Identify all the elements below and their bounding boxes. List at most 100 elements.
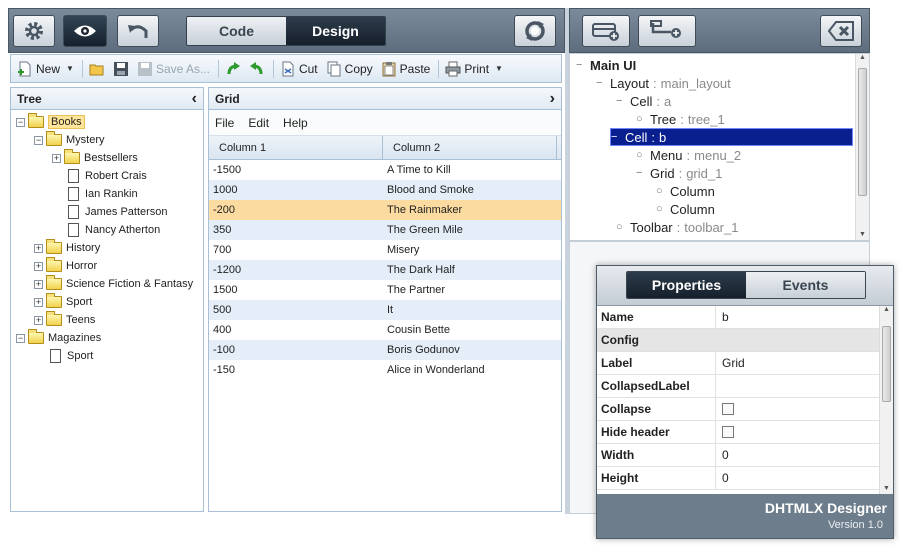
- table-row[interactable]: 1000 Blood and Smoke: [209, 180, 561, 200]
- undo-toolbar-button[interactable]: [225, 61, 241, 77]
- table-cell[interactable]: Blood and Smoke: [383, 180, 557, 200]
- tree-node-leaf[interactable]: Ian Rankin: [66, 185, 138, 203]
- delete-button[interactable]: [820, 15, 862, 47]
- redo-toolbar-button[interactable]: [249, 61, 265, 77]
- table-cell[interactable]: 400: [209, 320, 383, 340]
- property-checkbox-cell[interactable]: [716, 421, 893, 443]
- leaf-node-icon[interactable]: ○: [656, 185, 670, 197]
- structure-node[interactable]: ○ Toolbar: toolbar_1: [616, 218, 738, 236]
- structure-node[interactable]: − Cell: a: [616, 92, 671, 110]
- structure-node[interactable]: − Main UI: [576, 56, 636, 74]
- design-tab[interactable]: Design: [286, 17, 385, 45]
- table-row[interactable]: -1200 The Dark Half: [209, 260, 561, 280]
- refresh-button[interactable]: [514, 15, 556, 47]
- leaf-node-icon[interactable]: ○: [636, 113, 650, 125]
- table-cell[interactable]: 350: [209, 220, 383, 240]
- table-cell[interactable]: 500: [209, 300, 383, 320]
- menu-file[interactable]: File: [215, 116, 234, 130]
- collapse-toggle-icon[interactable]: −: [16, 117, 25, 127]
- table-row[interactable]: 400 Cousin Bette: [209, 320, 561, 340]
- scroll-down-icon[interactable]: ▼: [880, 485, 893, 492]
- property-row[interactable]: Name b: [597, 306, 893, 329]
- table-row[interactable]: 350 The Green Mile: [209, 220, 561, 240]
- table-cell[interactable]: A Time to Kill: [383, 160, 557, 180]
- chevron-down-icon[interactable]: ▼: [495, 64, 503, 73]
- paste-button[interactable]: Paste: [381, 61, 430, 77]
- collapse-node-icon[interactable]: −: [636, 167, 650, 179]
- property-row[interactable]: Hide header: [597, 421, 893, 444]
- table-row[interactable]: -1500 A Time to Kill: [209, 160, 561, 180]
- tree-node-leaf[interactable]: James Patterson: [66, 203, 168, 221]
- tree-node-scifi[interactable]: + Science Fiction & Fantasy: [34, 275, 193, 293]
- checkbox[interactable]: [722, 426, 734, 438]
- table-row[interactable]: 700 Misery: [209, 240, 561, 260]
- tree-node-books[interactable]: − Books: [16, 113, 85, 131]
- table-cell[interactable]: Alice in Wonderland: [383, 360, 557, 380]
- structure-node[interactable]: ○ Column: [656, 200, 715, 218]
- leaf-node-icon[interactable]: ○: [656, 203, 670, 215]
- scroll-up-icon[interactable]: ▲: [856, 54, 869, 61]
- table-cell[interactable]: 700: [209, 240, 383, 260]
- table-row[interactable]: 1500 The Partner: [209, 280, 561, 300]
- table-cell[interactable]: -1500: [209, 160, 383, 180]
- table-cell[interactable]: The Green Mile: [383, 220, 557, 240]
- table-cell[interactable]: Boris Godunov: [383, 340, 557, 360]
- property-checkbox-cell[interactable]: [716, 398, 893, 420]
- structure-scrollbar[interactable]: ▲ ▼: [855, 54, 869, 240]
- tab-properties[interactable]: Properties: [627, 272, 746, 298]
- tree-node-history[interactable]: + History: [34, 239, 100, 257]
- tree-node-sport[interactable]: + Sport: [34, 293, 92, 311]
- expand-right-icon[interactable]: ›: [550, 90, 555, 106]
- tree-node-teens[interactable]: + Teens: [34, 311, 95, 329]
- print-button[interactable]: Print ▼: [445, 61, 503, 77]
- scroll-thumb[interactable]: [858, 68, 867, 196]
- save-as-button[interactable]: Save As...: [137, 61, 210, 77]
- property-row[interactable]: Width 0: [597, 444, 893, 467]
- structure-node[interactable]: ○ Column: [656, 182, 715, 200]
- tree-node-bestsellers[interactable]: + Bestsellers: [52, 149, 138, 167]
- column-header-1[interactable]: Column 1: [209, 136, 383, 159]
- property-row[interactable]: CollapsedLabel: [597, 375, 893, 398]
- expand-toggle-icon[interactable]: +: [52, 153, 61, 163]
- collapse-node-icon[interactable]: −: [576, 59, 590, 71]
- menu-edit[interactable]: Edit: [248, 116, 269, 130]
- tree-node-leaf[interactable]: Nancy Atherton: [66, 221, 160, 239]
- table-row[interactable]: -100 Boris Godunov: [209, 340, 561, 360]
- property-value[interactable]: 0: [716, 444, 893, 466]
- copy-button[interactable]: Copy: [326, 61, 373, 77]
- property-value[interactable]: [716, 375, 893, 397]
- tree-node-magazines[interactable]: − Magazines: [16, 329, 101, 347]
- table-cell[interactable]: The Partner: [383, 280, 557, 300]
- tab-events[interactable]: Events: [746, 272, 865, 298]
- expand-toggle-icon[interactable]: +: [34, 297, 43, 307]
- checkbox[interactable]: [722, 403, 734, 415]
- chevron-down-icon[interactable]: ▼: [66, 64, 74, 73]
- save-button[interactable]: [113, 61, 129, 77]
- property-row[interactable]: Collapse: [597, 398, 893, 421]
- table-cell[interactable]: Cousin Bette: [383, 320, 557, 340]
- expand-toggle-icon[interactable]: +: [34, 243, 43, 253]
- property-value[interactable]: Grid: [716, 352, 893, 374]
- structure-node[interactable]: − Grid: grid_1: [636, 164, 722, 182]
- table-cell[interactable]: -200: [209, 200, 383, 220]
- tree-node-leaf[interactable]: Robert Crais: [66, 167, 147, 185]
- expand-toggle-icon[interactable]: +: [34, 315, 43, 325]
- open-button[interactable]: [89, 61, 105, 77]
- collapse-node-icon[interactable]: −: [596, 77, 610, 89]
- preview-button[interactable]: [63, 15, 107, 47]
- tree-node-leaf[interactable]: Sport: [48, 347, 93, 365]
- table-cell[interactable]: Misery: [383, 240, 557, 260]
- tree-node-horror[interactable]: + Horror: [34, 257, 97, 275]
- undo-button[interactable]: [117, 15, 159, 47]
- leaf-node-icon[interactable]: ○: [616, 221, 630, 233]
- properties-scrollbar[interactable]: ▲ ▼: [879, 306, 893, 494]
- table-cell[interactable]: The Dark Half: [383, 260, 557, 280]
- property-value[interactable]: b: [716, 306, 893, 328]
- scroll-up-icon[interactable]: ▲: [880, 306, 893, 313]
- structure-node[interactable]: − Cell: b: [610, 128, 853, 146]
- code-tab[interactable]: Code: [187, 17, 286, 45]
- collapse-left-icon[interactable]: ‹: [192, 90, 197, 106]
- collapse-toggle-icon[interactable]: −: [34, 135, 43, 145]
- table-row[interactable]: -200 The Rainmaker: [209, 200, 561, 220]
- column-header-2[interactable]: Column 2: [383, 136, 557, 159]
